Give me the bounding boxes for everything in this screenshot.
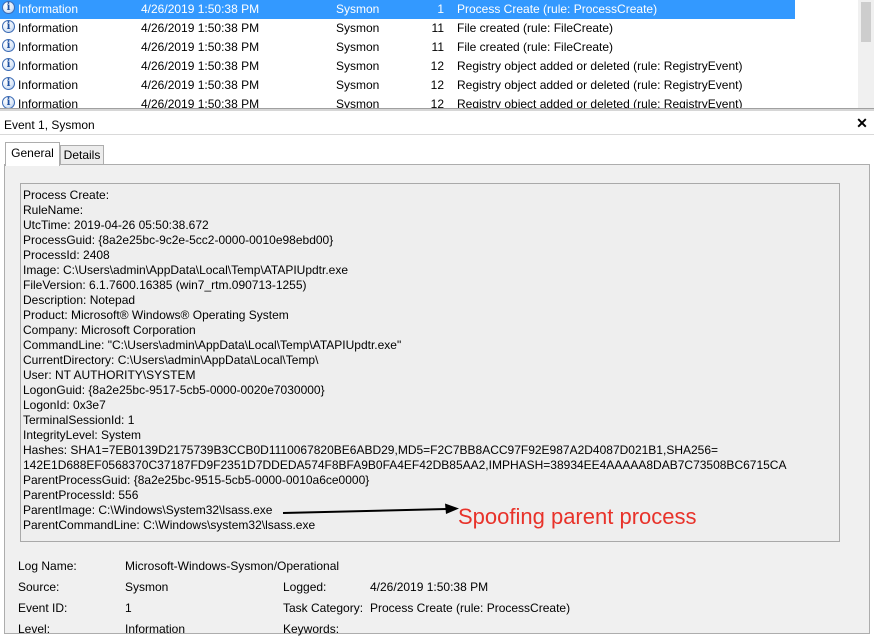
event-date: 4/26/2019 1:50:38 PM [141,2,260,16]
event-task: Registry object added or deleted (rule: … [457,59,743,73]
annotation-text: Spoofing parent process [458,504,697,529]
event-task: File created (rule: FileCreate) [457,40,614,54]
description-line: ProcessId: 2408 [23,248,110,262]
event-source: Sysmon [336,59,380,73]
source-value: Sysmon [125,580,169,594]
description-line: LogonId: 0x3e7 [23,398,106,412]
description-line: UtcTime: 2019-04-26 05:50:38.672 [23,218,209,232]
description-line: User: NT AUTHORITY\SYSTEM [23,368,196,382]
event-row[interactable]: Information 4/26/2019 1:50:38 PM Sysmon … [0,38,858,57]
pane-splitter[interactable] [0,108,874,111]
event-level: Information [18,21,79,35]
event-date: 4/26/2019 1:50:38 PM [141,40,260,54]
event-id: 12 [430,97,444,108]
description-line: Image: C:\Users\admin\AppData\Local\Temp… [23,263,349,277]
log-name-value: Microsoft-Windows-Sysmon/Operational [125,559,340,573]
event-row[interactable]: Information 4/26/2019 1:50:38 PM Sysmon … [0,57,858,76]
event-row[interactable]: Information 4/26/2019 1:50:38 PM Sysmon … [0,95,858,108]
task-category-value: Process Create (rule: ProcessCreate) [370,601,571,615]
event-level: Information [18,2,79,16]
event-source: Sysmon [336,2,380,16]
event-id-label: Event ID: [18,601,68,615]
task-category-label: Task Category: [283,601,364,615]
information-icon [2,39,15,53]
detail-title: Event 1, Sysmon [4,118,95,132]
description-lines: Process Create: RuleName: UtcTime: 2019-… [23,188,786,533]
description-line: LogonGuid: {8a2e25bc-9517-5cb5-0000-0020… [23,383,325,397]
event-level: Information [18,78,79,92]
level-label: Level: [18,622,51,636]
event-date: 4/26/2019 1:50:38 PM [141,78,260,92]
description-line: Description: Notepad [23,293,136,307]
event-list[interactable]: Information 4/26/2019 1:50:38 PM Sysmon … [0,0,874,108]
event-level: Information [18,97,79,108]
event-row[interactable]: Information 4/26/2019 1:50:38 PM Sysmon … [0,0,795,19]
close-icon[interactable]: ✕ [854,115,870,131]
description-line: FileVersion: 6.1.7600.16385 (win7_rtm.09… [23,278,307,292]
tab-details[interactable]: Details [60,145,104,164]
log-name-label: Log Name: [18,559,77,573]
event-id: 12 [430,78,444,92]
event-description-box[interactable]: Process Create: RuleName: UtcTime: 2019-… [20,183,840,542]
description-line: TerminalSessionId: 1 [23,413,135,427]
event-id: 1 [437,2,444,16]
event-task: Registry object added or deleted (rule: … [457,97,743,108]
description-line: Company: Microsoft Corporation [23,323,196,337]
event-date: 4/26/2019 1:50:38 PM [141,21,260,35]
event-level: Information [18,59,79,73]
event-source: Sysmon [336,78,380,92]
general-panel: Process Create: RuleName: UtcTime: 2019-… [4,164,870,636]
information-icon [2,96,15,108]
tab-bar: General Details [0,135,874,166]
detail-header: Event 1, Sysmon ✕ [0,113,874,135]
description-line: RuleName: [23,203,84,217]
description-line: CommandLine: "C:\Users\admin\AppData\Loc… [23,338,402,352]
event-source: Sysmon [336,40,380,54]
event-id-value: 1 [125,601,132,615]
keywords-label: Keywords: [283,622,340,636]
event-id: 11 [431,21,444,35]
event-task: File created (rule: FileCreate) [457,21,614,35]
information-icon [2,77,15,91]
event-id: 11 [431,40,444,54]
description-line: 142E1D688EF0568370C37187FD9F2351D7DDEDA5… [23,458,787,472]
description-line: ProcessGuid: {8a2e25bc-9c2e-5cc2-0000-00… [23,233,334,247]
description-line: Product: Microsoft® Windows® Operating S… [23,308,289,322]
event-date: 4/26/2019 1:50:38 PM [141,59,260,73]
event-task: Process Create (rule: ProcessCreate) [457,2,658,16]
logged-value: 4/26/2019 1:50:38 PM [370,580,489,594]
event-date: 4/26/2019 1:50:38 PM [141,97,260,108]
event-row[interactable]: Information 4/26/2019 1:50:38 PM Sysmon … [0,76,858,95]
information-icon [2,20,15,34]
event-row[interactable]: Information 4/26/2019 1:50:38 PM Sysmon … [0,19,858,38]
level-value: Information [125,622,186,636]
event-source: Sysmon [336,97,380,108]
description-line: ParentProcessGuid: {8a2e25bc-9515-5cb5-0… [23,473,370,487]
description-line: Hashes: SHA1=7EB0139D2175739B3CCB0D11100… [23,443,719,457]
event-id: 12 [430,59,444,73]
information-icon [2,58,15,72]
tab-general[interactable]: General [5,142,60,166]
scrollbar-thumb[interactable] [861,2,871,42]
list-scrollbar[interactable] [858,0,874,108]
logged-label: Logged: [283,580,327,594]
description-line: IntegrityLevel: System [23,428,142,442]
source-label: Source: [18,580,60,594]
annotation-arrow [282,503,459,514]
event-level: Information [18,40,79,54]
information-icon [2,1,15,15]
description-line: CurrentDirectory: C:\Users\admin\AppData… [23,353,319,367]
event-source: Sysmon [336,21,380,35]
event-task: Registry object added or deleted (rule: … [457,78,743,92]
description-line: Process Create: [23,188,110,202]
